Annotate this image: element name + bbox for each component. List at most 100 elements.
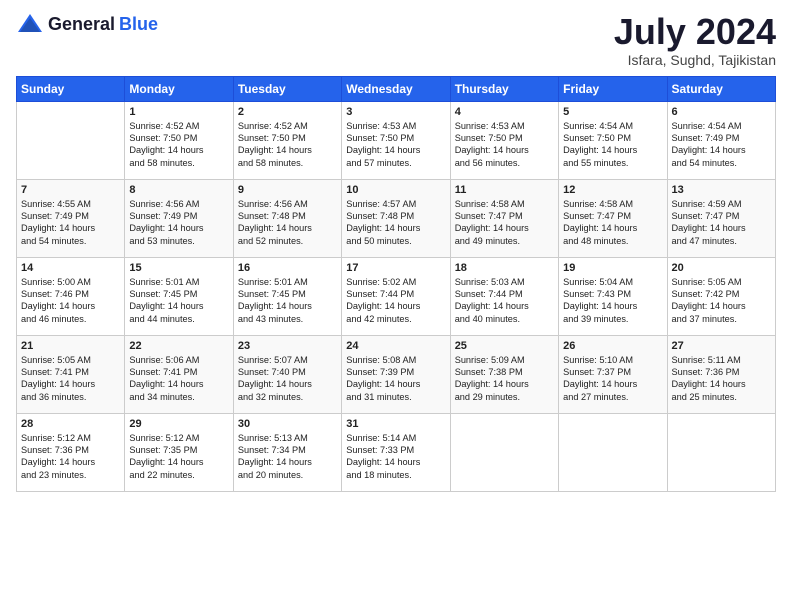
calendar-week-0: 1 Sunrise: 4:52 AMSunset: 7:50 PMDayligh… <box>17 101 776 179</box>
day-number: 6 <box>672 106 771 118</box>
day-info: Sunrise: 5:04 AMSunset: 7:43 PMDaylight:… <box>563 276 662 326</box>
location-title: Isfara, Sughd, Tajikistan <box>614 52 776 68</box>
day-info: Sunrise: 4:58 AMSunset: 7:47 PMDaylight:… <box>563 198 662 248</box>
calendar-header: Sunday Monday Tuesday Wednesday Thursday… <box>17 76 776 101</box>
day-info: Sunrise: 4:57 AMSunset: 7:48 PMDaylight:… <box>346 198 445 248</box>
header-row: Sunday Monday Tuesday Wednesday Thursday… <box>17 76 776 101</box>
day-info: Sunrise: 4:52 AMSunset: 7:50 PMDaylight:… <box>129 120 228 170</box>
calendar-cell: 26 Sunrise: 5:10 AMSunset: 7:37 PMDaylig… <box>559 335 667 413</box>
day-info: Sunrise: 4:56 AMSunset: 7:48 PMDaylight:… <box>238 198 337 248</box>
day-number: 1 <box>129 106 228 118</box>
day-info: Sunrise: 5:13 AMSunset: 7:34 PMDaylight:… <box>238 432 337 482</box>
day-number: 25 <box>455 340 554 352</box>
day-info: Sunrise: 5:06 AMSunset: 7:41 PMDaylight:… <box>129 354 228 404</box>
day-info: Sunrise: 5:00 AMSunset: 7:46 PMDaylight:… <box>21 276 120 326</box>
header-area: GeneralBlue July 2024 Isfara, Sughd, Taj… <box>16 12 776 68</box>
calendar-week-4: 28 Sunrise: 5:12 AMSunset: 7:36 PMDaylig… <box>17 413 776 491</box>
day-number: 10 <box>346 184 445 196</box>
calendar-cell: 21 Sunrise: 5:05 AMSunset: 7:41 PMDaylig… <box>17 335 125 413</box>
calendar-cell: 17 Sunrise: 5:02 AMSunset: 7:44 PMDaylig… <box>342 257 450 335</box>
calendar-week-3: 21 Sunrise: 5:05 AMSunset: 7:41 PMDaylig… <box>17 335 776 413</box>
day-info: Sunrise: 5:05 AMSunset: 7:42 PMDaylight:… <box>672 276 771 326</box>
day-info: Sunrise: 5:12 AMSunset: 7:36 PMDaylight:… <box>21 432 120 482</box>
calendar-cell <box>17 101 125 179</box>
page-container: GeneralBlue July 2024 Isfara, Sughd, Taj… <box>0 0 792 500</box>
day-info: Sunrise: 5:03 AMSunset: 7:44 PMDaylight:… <box>455 276 554 326</box>
day-info: Sunrise: 5:10 AMSunset: 7:37 PMDaylight:… <box>563 354 662 404</box>
calendar-cell: 8 Sunrise: 4:56 AMSunset: 7:49 PMDayligh… <box>125 179 233 257</box>
day-number: 16 <box>238 262 337 274</box>
calendar-cell: 9 Sunrise: 4:56 AMSunset: 7:48 PMDayligh… <box>233 179 341 257</box>
logo-text-general: General <box>48 14 115 35</box>
day-info: Sunrise: 4:54 AMSunset: 7:49 PMDaylight:… <box>672 120 771 170</box>
title-area: July 2024 Isfara, Sughd, Tajikistan <box>614 12 776 68</box>
day-number: 22 <box>129 340 228 352</box>
calendar-cell: 31 Sunrise: 5:14 AMSunset: 7:33 PMDaylig… <box>342 413 450 491</box>
day-number: 13 <box>672 184 771 196</box>
col-thursday: Thursday <box>450 76 558 101</box>
day-info: Sunrise: 4:53 AMSunset: 7:50 PMDaylight:… <box>346 120 445 170</box>
calendar-cell <box>667 413 775 491</box>
day-number: 17 <box>346 262 445 274</box>
calendar-cell: 6 Sunrise: 4:54 AMSunset: 7:49 PMDayligh… <box>667 101 775 179</box>
calendar-cell: 14 Sunrise: 5:00 AMSunset: 7:46 PMDaylig… <box>17 257 125 335</box>
calendar-cell: 10 Sunrise: 4:57 AMSunset: 7:48 PMDaylig… <box>342 179 450 257</box>
day-info: Sunrise: 5:02 AMSunset: 7:44 PMDaylight:… <box>346 276 445 326</box>
day-info: Sunrise: 5:12 AMSunset: 7:35 PMDaylight:… <box>129 432 228 482</box>
calendar-cell: 3 Sunrise: 4:53 AMSunset: 7:50 PMDayligh… <box>342 101 450 179</box>
day-info: Sunrise: 4:55 AMSunset: 7:49 PMDaylight:… <box>21 198 120 248</box>
col-tuesday: Tuesday <box>233 76 341 101</box>
calendar-cell: 5 Sunrise: 4:54 AMSunset: 7:50 PMDayligh… <box>559 101 667 179</box>
calendar-week-2: 14 Sunrise: 5:00 AMSunset: 7:46 PMDaylig… <box>17 257 776 335</box>
calendar-cell: 27 Sunrise: 5:11 AMSunset: 7:36 PMDaylig… <box>667 335 775 413</box>
calendar-cell: 20 Sunrise: 5:05 AMSunset: 7:42 PMDaylig… <box>667 257 775 335</box>
day-number: 15 <box>129 262 228 274</box>
calendar-cell: 16 Sunrise: 5:01 AMSunset: 7:45 PMDaylig… <box>233 257 341 335</box>
calendar-cell: 22 Sunrise: 5:06 AMSunset: 7:41 PMDaylig… <box>125 335 233 413</box>
col-sunday: Sunday <box>17 76 125 101</box>
day-info: Sunrise: 5:09 AMSunset: 7:38 PMDaylight:… <box>455 354 554 404</box>
calendar-cell: 15 Sunrise: 5:01 AMSunset: 7:45 PMDaylig… <box>125 257 233 335</box>
day-number: 28 <box>21 418 120 430</box>
day-info: Sunrise: 4:58 AMSunset: 7:47 PMDaylight:… <box>455 198 554 248</box>
col-monday: Monday <box>125 76 233 101</box>
day-info: Sunrise: 5:01 AMSunset: 7:45 PMDaylight:… <box>238 276 337 326</box>
day-number: 23 <box>238 340 337 352</box>
calendar-cell: 18 Sunrise: 5:03 AMSunset: 7:44 PMDaylig… <box>450 257 558 335</box>
calendar-cell: 25 Sunrise: 5:09 AMSunset: 7:38 PMDaylig… <box>450 335 558 413</box>
day-number: 5 <box>563 106 662 118</box>
logo: GeneralBlue <box>16 12 158 36</box>
calendar-cell: 28 Sunrise: 5:12 AMSunset: 7:36 PMDaylig… <box>17 413 125 491</box>
day-info: Sunrise: 5:07 AMSunset: 7:40 PMDaylight:… <box>238 354 337 404</box>
day-number: 9 <box>238 184 337 196</box>
col-wednesday: Wednesday <box>342 76 450 101</box>
calendar-cell <box>559 413 667 491</box>
day-info: Sunrise: 4:53 AMSunset: 7:50 PMDaylight:… <box>455 120 554 170</box>
day-number: 30 <box>238 418 337 430</box>
day-number: 12 <box>563 184 662 196</box>
day-number: 3 <box>346 106 445 118</box>
day-number: 18 <box>455 262 554 274</box>
calendar-cell: 12 Sunrise: 4:58 AMSunset: 7:47 PMDaylig… <box>559 179 667 257</box>
calendar-cell: 7 Sunrise: 4:55 AMSunset: 7:49 PMDayligh… <box>17 179 125 257</box>
month-title: July 2024 <box>614 12 776 52</box>
day-info: Sunrise: 5:01 AMSunset: 7:45 PMDaylight:… <box>129 276 228 326</box>
day-number: 31 <box>346 418 445 430</box>
day-number: 14 <box>21 262 120 274</box>
day-number: 11 <box>455 184 554 196</box>
day-number: 24 <box>346 340 445 352</box>
day-number: 4 <box>455 106 554 118</box>
day-info: Sunrise: 5:14 AMSunset: 7:33 PMDaylight:… <box>346 432 445 482</box>
calendar-cell: 23 Sunrise: 5:07 AMSunset: 7:40 PMDaylig… <box>233 335 341 413</box>
day-number: 29 <box>129 418 228 430</box>
col-saturday: Saturday <box>667 76 775 101</box>
day-info: Sunrise: 4:59 AMSunset: 7:47 PMDaylight:… <box>672 198 771 248</box>
day-info: Sunrise: 5:05 AMSunset: 7:41 PMDaylight:… <box>21 354 120 404</box>
calendar-table: Sunday Monday Tuesday Wednesday Thursday… <box>16 76 776 492</box>
day-info: Sunrise: 5:11 AMSunset: 7:36 PMDaylight:… <box>672 354 771 404</box>
day-number: 19 <box>563 262 662 274</box>
calendar-body: 1 Sunrise: 4:52 AMSunset: 7:50 PMDayligh… <box>17 101 776 491</box>
day-number: 26 <box>563 340 662 352</box>
calendar-cell: 24 Sunrise: 5:08 AMSunset: 7:39 PMDaylig… <box>342 335 450 413</box>
calendar-week-1: 7 Sunrise: 4:55 AMSunset: 7:49 PMDayligh… <box>17 179 776 257</box>
